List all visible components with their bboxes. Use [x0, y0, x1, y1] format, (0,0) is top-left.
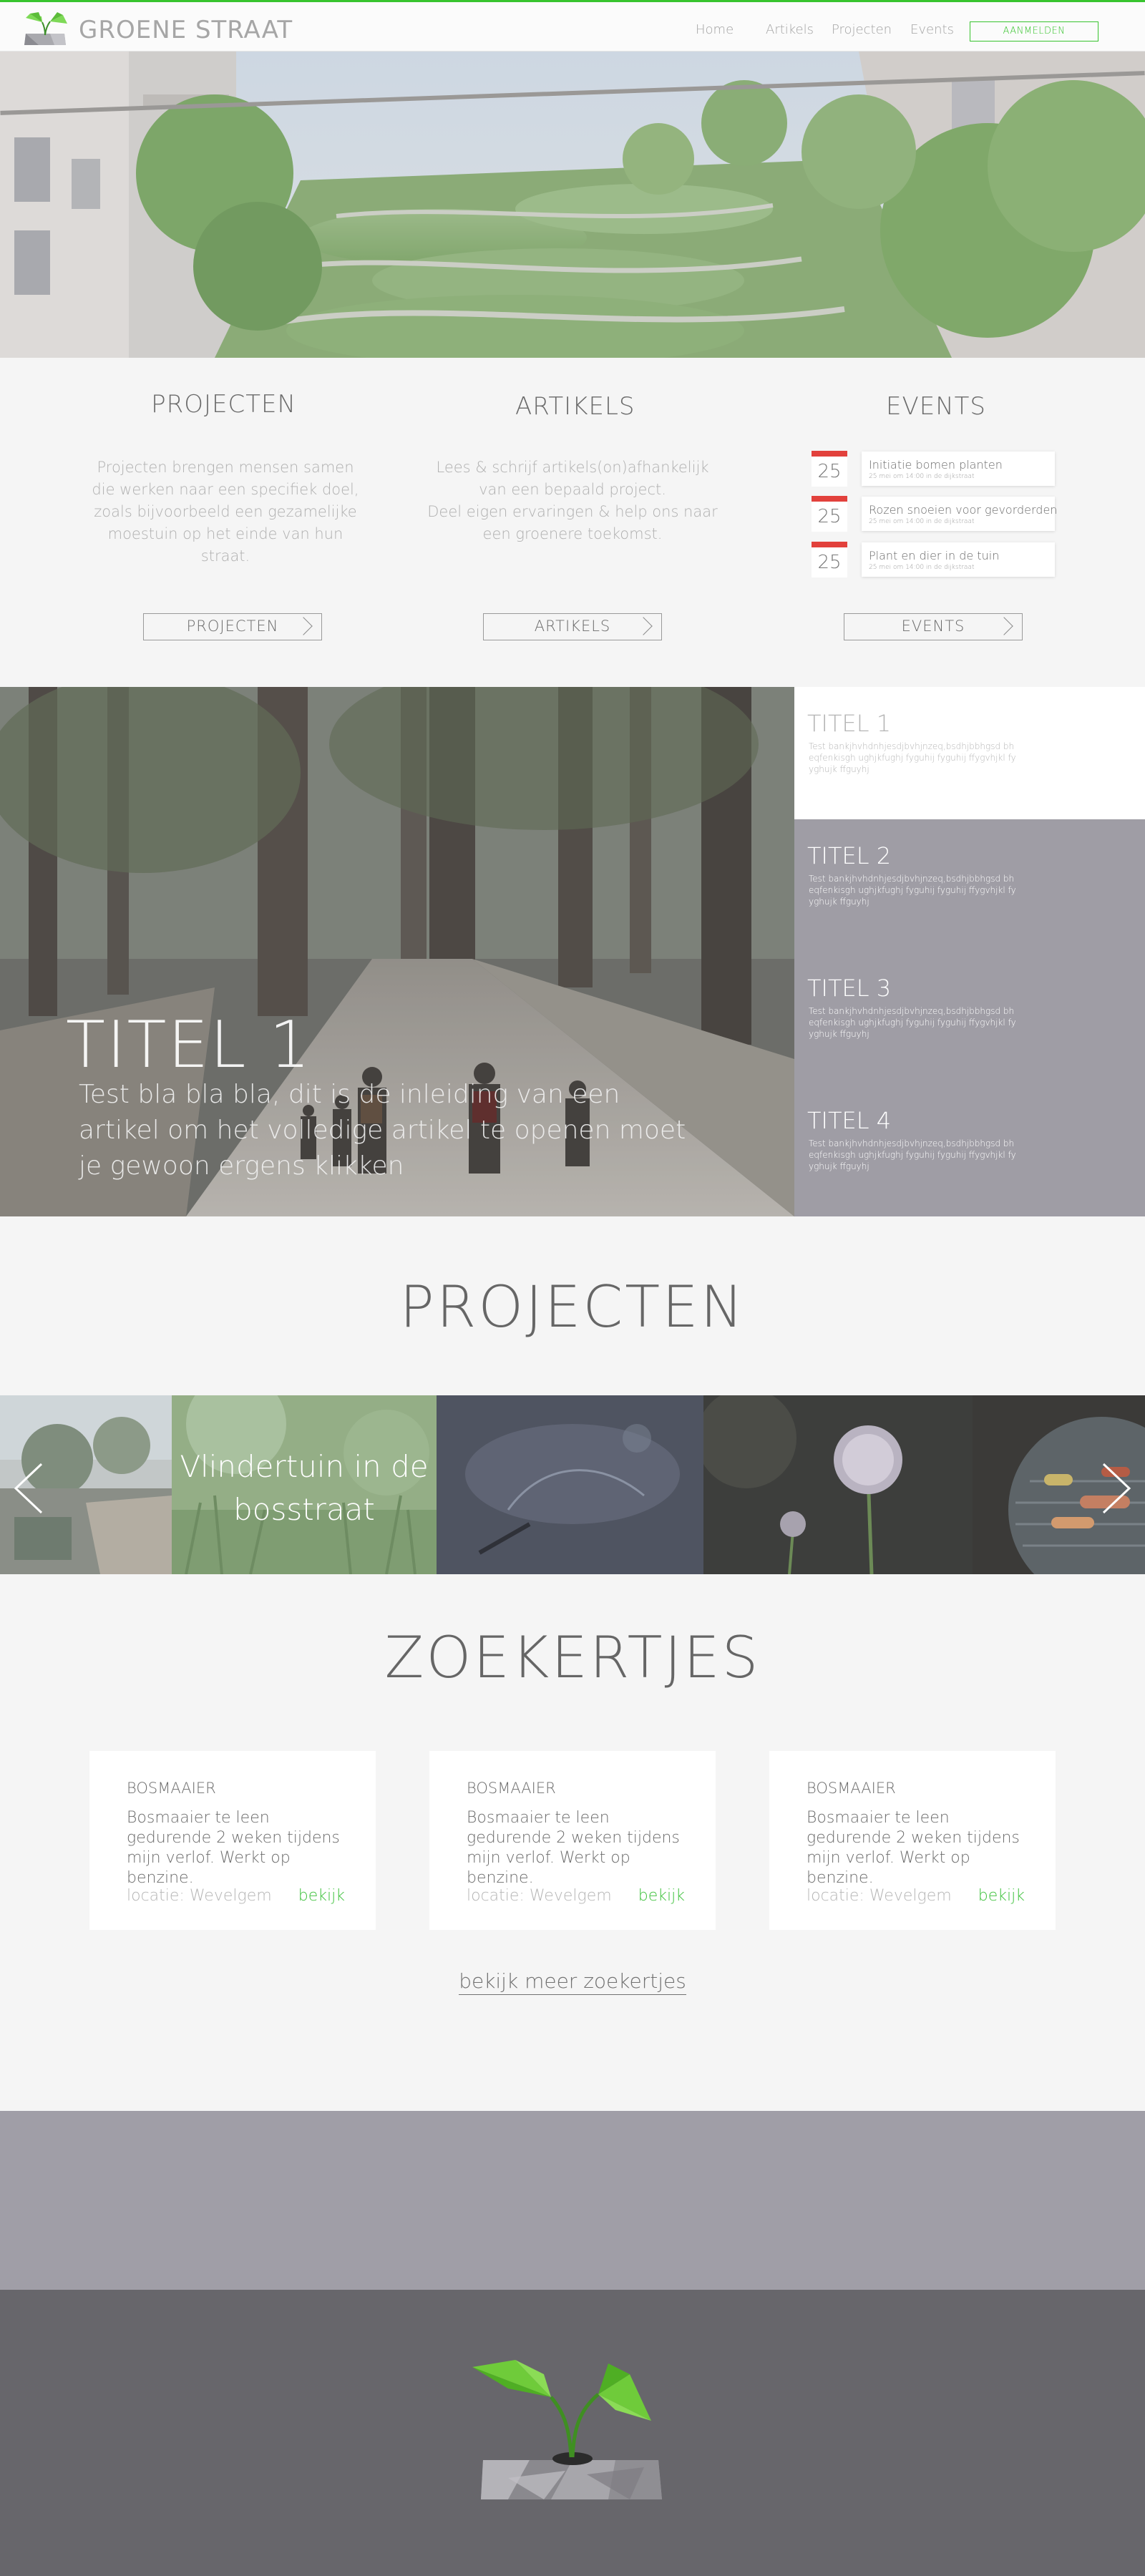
projecten-button-label: PROJECTEN [186, 618, 279, 635]
calendar-date-icon: 25 [812, 451, 847, 487]
footer-band [0, 2111, 1145, 2290]
artikels-text: Lees & schrijf artikels(on)afhankelijk v… [422, 457, 723, 545]
artikels-button-label: ARTIKELS [534, 618, 611, 635]
projects-heading: PROJECTEN [399, 1274, 746, 1340]
classified-location: locatie: Wevelgem [127, 1887, 272, 1905]
hero-image [0, 52, 1145, 358]
classified-view-link[interactable]: bekijk [638, 1887, 685, 1905]
classified-location: locatie: Wevelgem [807, 1887, 952, 1905]
projecten-text: Projecten brengen mensen samen die werke… [86, 457, 365, 567]
artikels-title: ARTIKELS [515, 392, 635, 421]
classified-title: BOSMAAIER [467, 1780, 556, 1797]
projecten-title: PROJECTEN [151, 390, 296, 419]
projecten-text-line: Projecten brengen mensen samen [97, 459, 354, 476]
classified-description: Bosmaaier te leen gedurende 2 weken tijd… [467, 1809, 680, 1887]
article-list-title[interactable]: TITEL 2 [807, 842, 891, 869]
article-list-title[interactable]: TITEL 1 [807, 710, 891, 737]
project-tile[interactable] [703, 1395, 973, 1574]
event-title: Rozen snoeien voor gevorderden [869, 503, 1058, 517]
article-list-title[interactable]: TITEL 4 [807, 1107, 891, 1134]
event-card: Rozen snoeien voor gevorderden 25 mei om… [862, 497, 1058, 531]
classified-title: BOSMAAIER [807, 1780, 896, 1797]
more-classifieds-link: bekijk meer zoekertjes [0, 1969, 1145, 1995]
event-card: Plant en dier in de tuin 25 mei om 14:00… [862, 542, 1055, 577]
event-subtitle: 25 mei om 14:00 in de dijkstraat [869, 473, 975, 480]
event-item[interactable]: 25 Rozen snoeien voor gevorderden 25 mei… [812, 496, 1058, 532]
chevron-right-icon[interactable] [1095, 1460, 1138, 1517]
nav-home[interactable]: Home [696, 22, 734, 37]
classified-description: Bosmaaier te leen gedurende 2 weken tijd… [807, 1809, 1020, 1887]
nav-artikels[interactable]: Artikels [766, 22, 814, 37]
login-button[interactable]: AANMELDEN [970, 21, 1098, 42]
event-subtitle: 25 mei om 14:00 in de dijkstraat [869, 564, 975, 571]
event-title: Plant en dier in de tuin [869, 549, 1000, 562]
classified-location: locatie: Wevelgem [467, 1887, 612, 1905]
artikels-text-line: Lees & schrijf artikels(on)afhankelijk [436, 459, 709, 476]
classified-card[interactable]: BOSMAAIER Bosmaaier te leen gedurende 2 … [89, 1751, 376, 1930]
seedling-logo-icon [472, 2360, 662, 2499]
projecten-text-line: zoals bijvoorbeeld een gezamelijke [94, 503, 357, 520]
projecten-button[interactable]: PROJECTEN [143, 613, 322, 640]
more-classifieds-link-text[interactable]: bekijk meer zoekertjes [459, 1969, 686, 1995]
classified-title: BOSMAAIER [127, 1780, 216, 1797]
calendar-date-icon: 25 [812, 496, 847, 532]
classifieds-heading: ZOEKERTJES [384, 1624, 761, 1691]
classified-card[interactable]: BOSMAAIER Bosmaaier te leen gedurende 2 … [769, 1751, 1056, 1930]
event-item[interactable]: 25 Initiatie bomen planten 25 mei om 14:… [812, 451, 1055, 487]
events-button[interactable]: EVENTS [844, 613, 1023, 640]
featured-article-title[interactable]: TITEL 1 [66, 1008, 311, 1083]
article-list-text: Test bankjhvhdnhjesdjbvhjnzeq,bsdhjbbhgs… [809, 1006, 1016, 1039]
site-header: GROENE STRAAT Home Artikels Projecten Ev… [0, 0, 1145, 52]
project-tile[interactable] [437, 1395, 703, 1574]
chevron-right-icon [634, 617, 653, 635]
chevron-left-icon[interactable] [7, 1460, 50, 1517]
classified-view-link[interactable]: bekijk [298, 1887, 345, 1905]
classified-card[interactable]: BOSMAAIER Bosmaaier te leen gedurende 2 … [429, 1751, 716, 1930]
nav-projecten[interactable]: Projecten [832, 22, 892, 37]
projecten-text-line: moestuin op het einde van hun straat. [107, 525, 344, 565]
calendar-date-icon: 25 [812, 542, 847, 577]
article-list-title[interactable]: TITEL 3 [807, 975, 891, 1002]
chevron-right-icon [294, 617, 313, 635]
artikels-text-line: van een bepaald project. [479, 481, 666, 498]
event-subtitle: 25 mei om 14:00 in de dijkstraat [869, 518, 975, 525]
classified-description: Bosmaaier te leen gedurende 2 weken tijd… [127, 1809, 340, 1887]
events-title: EVENTS [886, 392, 987, 421]
article-list-text: Test bankjhvhdnhjesdjbvhjnzeq,bsdhjbbhgs… [809, 1138, 1016, 1171]
article-list-text: Test bankjhvhdnhjesdjbvhjnzeq,bsdhjbbhgs… [809, 874, 1016, 907]
projects-carousel [0, 1395, 1145, 1574]
artikels-button[interactable]: ARTIKELS [483, 613, 662, 640]
featured-article-intro: Test bla bla bla, dit is de inleiding va… [79, 1080, 686, 1181]
project-tile-label[interactable]: Vlindertuin in de bosstraat [175, 1445, 433, 1531]
event-item[interactable]: 25 Plant en dier in de tuin 25 mei om 14… [812, 542, 1055, 577]
artikels-text-line: Deel eigen ervaringen & help ons naar [427, 503, 718, 520]
event-title: Initiatie bomen planten [869, 458, 1003, 472]
artikels-text-line: een groenere toekomst. [482, 525, 663, 542]
chevron-right-icon [995, 617, 1013, 635]
article-list-text: Test bankjhvhdnhjesdjbvhjnzeq,bsdhjbbhgs… [809, 741, 1016, 774]
projecten-text-line: die werken naar een specifiek doel, [92, 481, 359, 498]
event-card: Initiatie bomen planten 25 mei om 14:00 … [862, 452, 1055, 486]
nav-events[interactable]: Events [910, 22, 954, 37]
classified-view-link[interactable]: bekijk [978, 1887, 1025, 1905]
events-button-label: EVENTS [901, 618, 965, 635]
